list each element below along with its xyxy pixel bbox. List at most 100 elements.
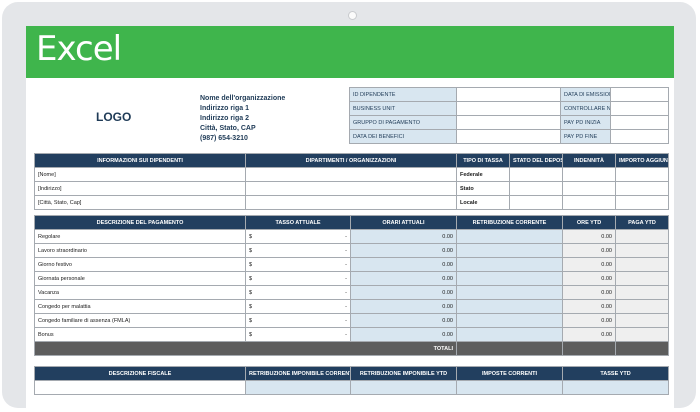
allowance-cell[interactable]: [562, 195, 616, 210]
employee-info-cell[interactable]: [Indirizzo]: [34, 181, 246, 196]
department-cell[interactable]: [245, 167, 457, 182]
table-row: Congedo familiare di assenza (FMLA) $ -0.0…: [34, 313, 669, 328]
additional-amount-cell[interactable]: [615, 167, 669, 182]
rate-cell[interactable]: $ -: [245, 327, 351, 342]
table-row: [Nome] Federale: [34, 167, 669, 182]
info-value[interactable]: [456, 101, 561, 116]
ytd-hours-cell[interactable]: 0.00: [562, 299, 616, 314]
ytd-hours-cell[interactable]: 0.00: [562, 257, 616, 272]
info-value[interactable]: [456, 129, 561, 144]
header-cell: INFORMAZIONI SUI DIPENDENTI: [34, 153, 246, 168]
info-value[interactable]: [456, 115, 561, 130]
table-row: [34, 380, 669, 395]
app-title: Excel: [36, 29, 122, 69]
ytd-pay-cell: [615, 327, 669, 342]
rate-cell[interactable]: $ -: [245, 313, 351, 328]
currency-symbol: $: [249, 275, 253, 282]
header-cell: RETRIBUZIONE CORRENTE: [456, 215, 563, 230]
tax-type-cell: Stato: [456, 181, 510, 196]
ytd-hours-cell[interactable]: 0.00: [562, 229, 616, 244]
rate-value: -: [345, 303, 347, 310]
allowance-cell[interactable]: [562, 167, 616, 182]
info-value-2[interactable]: [610, 115, 669, 130]
payment-description-cell[interactable]: Giorno festivo: [34, 257, 246, 272]
filing-status-cell[interactable]: [509, 181, 563, 196]
currency-symbol: $: [249, 331, 253, 338]
tax-table: DESCRIZIONE FISCALE RETRIBUZIONE IMPONIB…: [34, 366, 669, 395]
logo-placeholder: LOGO: [96, 110, 132, 124]
current-pay-cell: [456, 327, 563, 342]
filing-status-cell[interactable]: [509, 167, 563, 182]
additional-amount-cell[interactable]: [615, 181, 669, 196]
payment-description-cell[interactable]: Bonus: [34, 327, 246, 342]
employee-info-cell[interactable]: [Città, Stato, Cap]: [34, 195, 246, 210]
currency-symbol: $: [249, 289, 253, 296]
payment-description-cell[interactable]: Giornata personale: [34, 271, 246, 286]
hours-cell[interactable]: 0.00: [350, 243, 457, 258]
rate-cell[interactable]: $ -: [245, 243, 351, 258]
info-row: DATA DEI BENEFICI PAY PD FINE: [349, 129, 669, 144]
tax-description-cell[interactable]: [34, 380, 246, 395]
header-cell: RETRIBUZIONE IMPONIBILE CORRENTE: [245, 366, 351, 381]
allowance-cell[interactable]: [562, 181, 616, 196]
header-cell: PAGA YTD: [615, 215, 669, 230]
department-cell[interactable]: [245, 195, 457, 210]
rate-value: -: [345, 317, 347, 324]
payment-table: DESCRIZIONE DEL PAGAMENTO TASSO ATTUALE …: [34, 215, 669, 356]
info-row: BUSINESS UNIT CONTROLLARE NO.: [349, 101, 669, 116]
employee-info-table: INFORMAZIONI SUI DIPENDENTI DIPARTIMENTI…: [34, 153, 669, 210]
additional-amount-cell[interactable]: [615, 195, 669, 210]
hours-cell[interactable]: 0.00: [350, 257, 457, 272]
info-label: ID DIPENDENTE: [349, 87, 457, 102]
table-header: DESCRIZIONE DEL PAGAMENTO TASSO ATTUALE …: [34, 215, 669, 230]
ytd-hours-cell[interactable]: 0.00: [562, 285, 616, 300]
ytd-pay-cell: [615, 229, 669, 244]
ytd-hours-cell[interactable]: 0.00: [562, 271, 616, 286]
info-value-2[interactable]: [610, 101, 669, 116]
payment-description-cell[interactable]: Congedo familiare di assenza (FMLA): [34, 313, 246, 328]
hours-cell[interactable]: 0.00: [350, 285, 457, 300]
header-cell: IMPORTO AGGIUNTIVO: [615, 153, 669, 168]
payment-description-cell[interactable]: Vacanza: [34, 285, 246, 300]
table-row: Giorno festivo $ -0.00 0.00: [34, 257, 669, 272]
info-label-2: PAY PD INIZIA: [560, 115, 611, 130]
rate-cell[interactable]: $ -: [245, 285, 351, 300]
app-banner: Excel: [26, 26, 674, 78]
currency-symbol: $: [249, 317, 253, 324]
rate-cell[interactable]: $ -: [245, 271, 351, 286]
ytd-hours-cell[interactable]: 0.00: [562, 327, 616, 342]
info-value[interactable]: [456, 87, 561, 102]
rate-cell[interactable]: $ -: [245, 229, 351, 244]
ytd-pay-cell: [615, 271, 669, 286]
filing-status-cell[interactable]: [509, 195, 563, 210]
current-pay-cell: [456, 271, 563, 286]
rate-value: -: [345, 331, 347, 338]
rate-cell[interactable]: $ -: [245, 299, 351, 314]
ytd-hours-cell[interactable]: 0.00: [562, 313, 616, 328]
payment-description-cell[interactable]: Lavoro straordinario: [34, 243, 246, 258]
table-header: DESCRIZIONE FISCALE RETRIBUZIONE IMPONIB…: [34, 366, 669, 381]
hours-cell[interactable]: 0.00: [350, 327, 457, 342]
ytd-hours-cell[interactable]: 0.00: [562, 243, 616, 258]
totals-label: TOTALI: [34, 341, 457, 356]
rate-cell[interactable]: $ -: [245, 257, 351, 272]
employee-info-cell[interactable]: [Nome]: [34, 167, 246, 182]
info-row: GRUPPO DI PAGAMENTO PAY PD INIZIA: [349, 115, 669, 130]
table-row: Congedo per malattia $ -0.00 0.00: [34, 299, 669, 314]
header-cell: RETRIBUZIONE IMPONIBILE YTD: [350, 366, 457, 381]
hours-cell[interactable]: 0.00: [350, 271, 457, 286]
info-value-2[interactable]: [610, 87, 669, 102]
total-ytd-hours: [562, 341, 616, 356]
info-value-2[interactable]: [610, 129, 669, 144]
table-row: [Città, Stato, Cap] Locale: [34, 195, 669, 210]
current-pay-cell: [456, 243, 563, 258]
current-pay-cell: [456, 229, 563, 244]
hours-cell[interactable]: 0.00: [350, 313, 457, 328]
payment-description-cell[interactable]: Regolare: [34, 229, 246, 244]
payment-description-cell[interactable]: Congedo per malattia: [34, 299, 246, 314]
org-phone: (987) 654-3210: [200, 135, 248, 142]
department-cell[interactable]: [245, 181, 457, 196]
hours-cell[interactable]: 0.00: [350, 229, 457, 244]
header-cell: DIPARTIMENTI / ORGANIZZAZIONI: [245, 153, 457, 168]
hours-cell[interactable]: 0.00: [350, 299, 457, 314]
